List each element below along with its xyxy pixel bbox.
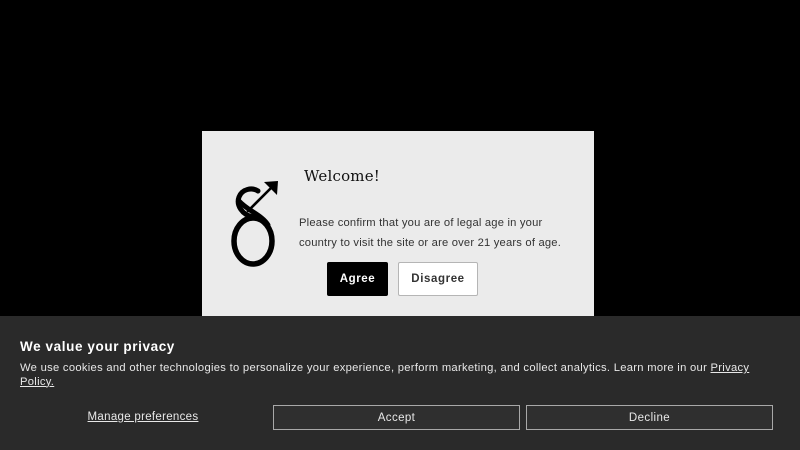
manage-preferences-link[interactable]: Manage preferences bbox=[20, 405, 266, 429]
page: Welcome! Please confirm that you are of … bbox=[0, 0, 800, 450]
age-verification-modal: Welcome! Please confirm that you are of … bbox=[202, 131, 594, 331]
cookie-banner-title: We value your privacy bbox=[20, 339, 175, 354]
disagree-button[interactable]: Disagree bbox=[398, 262, 478, 296]
cookie-consent-banner: We value your privacy We use cookies and… bbox=[0, 316, 800, 450]
age-confirmation-message: Please confirm that you are of legal age… bbox=[299, 217, 562, 249]
cookie-description: We use cookies and other technologies to… bbox=[20, 362, 711, 374]
brand-monogram-icon bbox=[231, 181, 278, 267]
cookie-banner-text: We use cookies and other technologies to… bbox=[20, 362, 780, 389]
modal-title: Welcome! bbox=[304, 167, 381, 185]
agree-button[interactable]: Agree bbox=[327, 262, 388, 296]
decline-cookies-button[interactable]: Decline bbox=[526, 405, 773, 430]
accept-cookies-button[interactable]: Accept bbox=[273, 405, 520, 430]
